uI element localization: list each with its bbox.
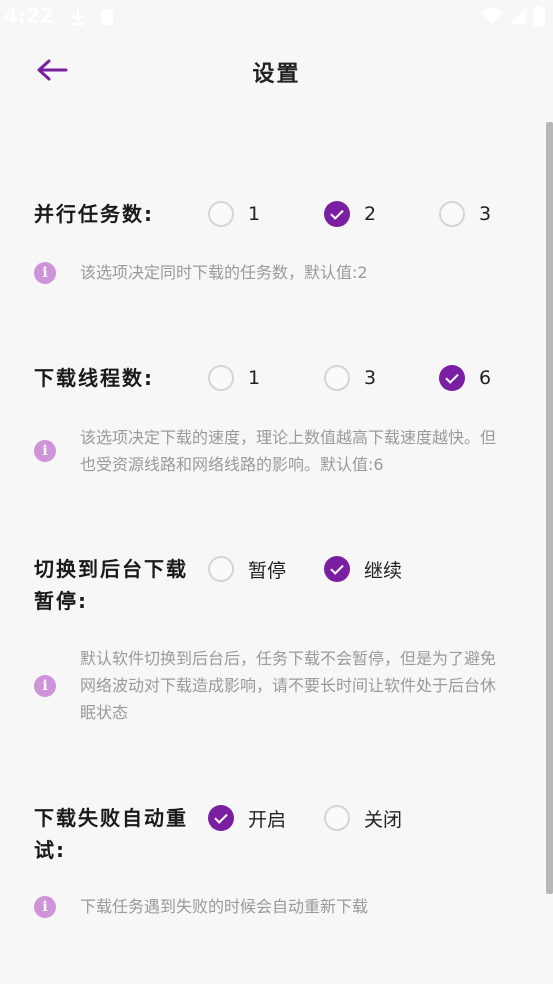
info-download-threads: i 该选项决定下载的速度，理论上数值越高下载速度越快。但也受资源线路和网络线路的… bbox=[34, 424, 514, 480]
info-icon: i bbox=[34, 262, 56, 284]
setting-background-pause: 切换到后台下载暂停: 暂停 继续 bbox=[34, 553, 524, 619]
option-label: 关闭 bbox=[364, 808, 403, 831]
option-background-pause[interactable]: 暂停 bbox=[208, 553, 286, 585]
radio-button[interactable] bbox=[324, 365, 350, 391]
setting-label: 并行任务数: bbox=[34, 202, 154, 226]
option-threads-3[interactable]: 3 bbox=[324, 362, 376, 394]
radio-button-checked[interactable] bbox=[324, 556, 350, 582]
info-text: 默认软件切换到后台后，任务下载不会暂停，但是为了避免网络波动对下载造成影响，请不… bbox=[80, 649, 497, 722]
app-bar: 设置 bbox=[0, 36, 553, 106]
setting-download-threads: 下载线程数: 1 3 6 bbox=[34, 362, 524, 396]
option-retry-off[interactable]: 关闭 bbox=[324, 802, 402, 834]
info-icon: i bbox=[34, 440, 56, 462]
radio-button[interactable] bbox=[208, 365, 234, 391]
status-time: 4:22 bbox=[4, 4, 54, 28]
option-label: 暂停 bbox=[248, 559, 287, 582]
option-parallel-2[interactable]: 2 bbox=[324, 198, 376, 230]
setting-label: 下载线程数: bbox=[34, 366, 154, 390]
option-threads-1[interactable]: 1 bbox=[208, 362, 260, 394]
battery-icon bbox=[533, 6, 545, 30]
radio-button-checked[interactable] bbox=[208, 805, 234, 831]
radio-button-checked[interactable] bbox=[324, 201, 350, 227]
info-text: 该选项决定同时下载的任务数，默认值:2 bbox=[80, 263, 368, 282]
option-label: 开启 bbox=[248, 808, 287, 831]
setting-label: 下载失败自动重试: bbox=[34, 806, 188, 862]
info-auto-retry: i 下载任务遇到失败的时候会自动重新下载 bbox=[34, 893, 514, 923]
info-parallel-tasks: i 该选项决定同时下载的任务数，默认值:2 bbox=[34, 259, 514, 289]
radio-button[interactable] bbox=[208, 201, 234, 227]
option-retry-on[interactable]: 开启 bbox=[208, 802, 286, 834]
setting-auto-retry: 下载失败自动重试: 开启 关闭 bbox=[34, 802, 524, 868]
signal-icon bbox=[509, 7, 527, 29]
sd-card-icon bbox=[100, 8, 114, 30]
option-label: 6 bbox=[479, 367, 492, 389]
download-icon bbox=[70, 8, 86, 30]
radio-button[interactable] bbox=[208, 556, 234, 582]
option-label: 继续 bbox=[364, 559, 403, 582]
status-bar: 4:22 bbox=[0, 0, 553, 36]
option-parallel-1[interactable]: 1 bbox=[208, 198, 260, 230]
option-label: 3 bbox=[364, 367, 377, 389]
radio-button[interactable] bbox=[324, 805, 350, 831]
wifi-icon bbox=[481, 7, 503, 29]
option-label: 3 bbox=[479, 203, 492, 225]
radio-button[interactable] bbox=[439, 201, 465, 227]
option-label: 1 bbox=[248, 367, 261, 389]
info-text: 下载任务遇到失败的时候会自动重新下载 bbox=[80, 897, 369, 916]
option-label: 2 bbox=[364, 203, 377, 225]
radio-button-checked[interactable] bbox=[439, 365, 465, 391]
info-icon: i bbox=[34, 896, 56, 918]
info-text: 该选项决定下载的速度，理论上数值越高下载速度越快。但也受资源线路和网络线路的影响… bbox=[80, 428, 497, 474]
scrollbar[interactable] bbox=[546, 122, 553, 894]
option-parallel-3[interactable]: 3 bbox=[439, 198, 491, 230]
option-threads-6[interactable]: 6 bbox=[439, 362, 491, 394]
setting-label: 切换到后台下载暂停: bbox=[34, 557, 188, 613]
info-background-pause: i 默认软件切换到后台后，任务下载不会暂停，但是为了避免网络波动对下载造成影响，… bbox=[34, 645, 514, 729]
option-background-continue[interactable]: 继续 bbox=[324, 553, 402, 585]
setting-parallel-tasks: 并行任务数: 1 2 3 bbox=[34, 198, 524, 232]
option-label: 1 bbox=[248, 203, 261, 225]
info-icon: i bbox=[34, 675, 56, 697]
page-title: 设置 bbox=[252, 62, 301, 87]
